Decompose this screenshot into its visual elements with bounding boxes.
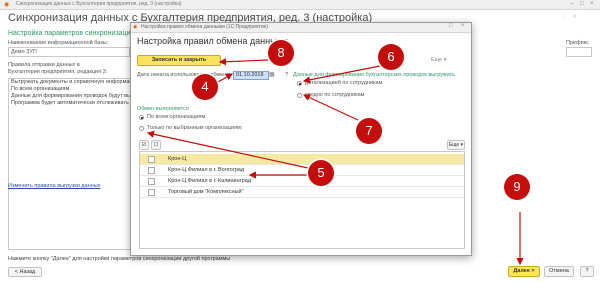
annotation-marker-4: 4 [192, 74, 218, 100]
annotation-marker-5: 5 [308, 160, 334, 186]
arrow-8 [218, 58, 269, 66]
annotation-marker-8: 8 [268, 40, 294, 66]
annotation-marker-7: 7 [356, 118, 382, 144]
arrow-4 [217, 73, 234, 83]
arrow-5a [146, 130, 309, 169]
annotation-marker-9: 9 [504, 174, 530, 200]
annotation-marker-6: 6 [378, 44, 404, 70]
arrow-6 [302, 65, 381, 84]
arrow-7 [302, 94, 359, 121]
annotation-arrows [146, 58, 524, 266]
